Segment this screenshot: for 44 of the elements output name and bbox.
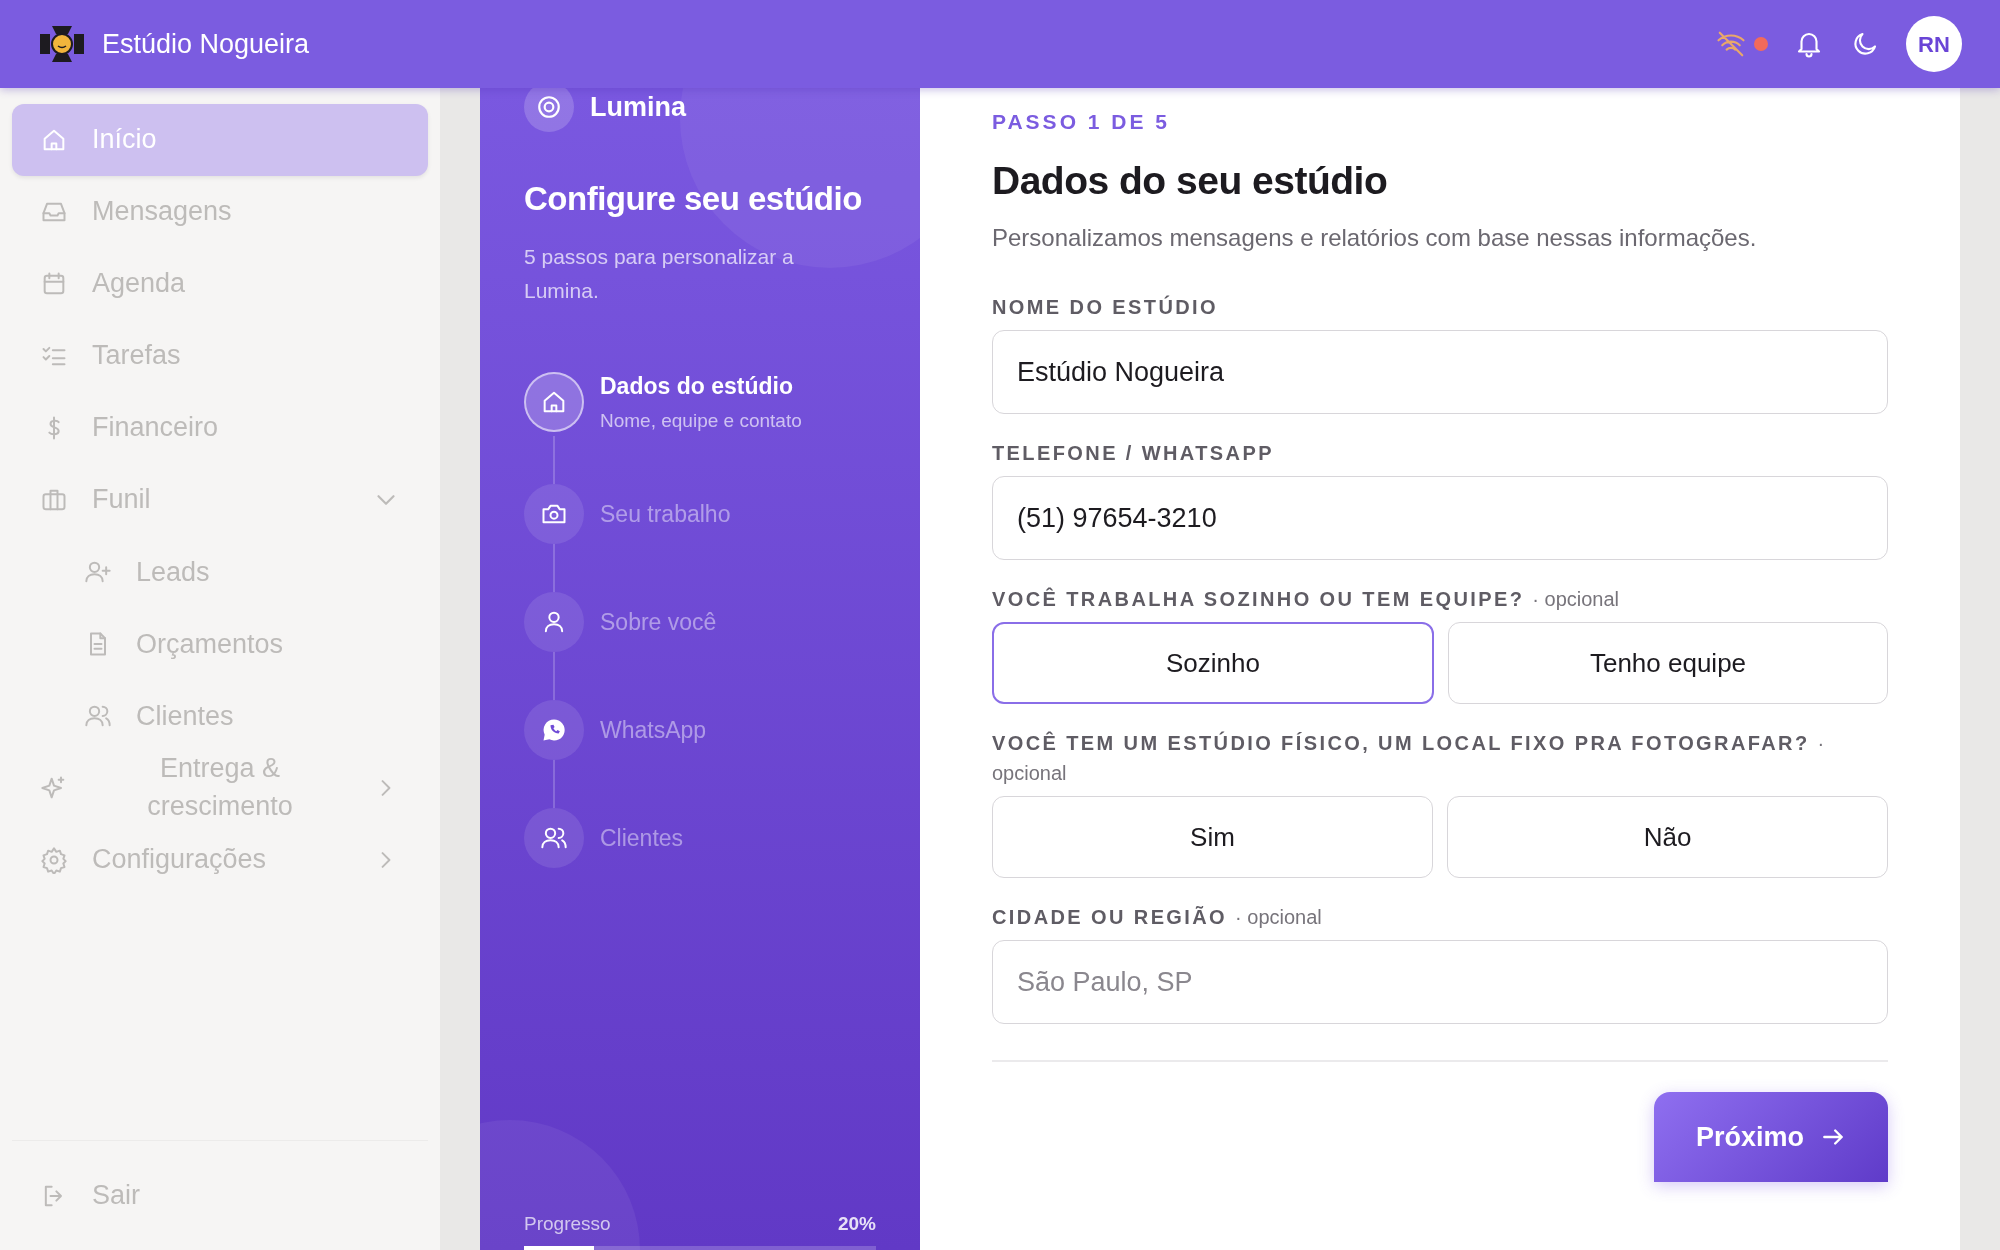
input-field[interactable]: (51) 97654-3210 bbox=[992, 476, 1888, 560]
step[interactable]: Dados do estúdio Nome, equipe e contato bbox=[524, 368, 876, 436]
sidebar-item[interactable]: Entrega & crescimento bbox=[12, 752, 428, 824]
step[interactable]: Sobre você bbox=[524, 591, 876, 652]
wizard-subtitle: 5 passos para personalizar a Lumina. bbox=[524, 243, 795, 305]
sidebar-subitem[interactable]: Leads bbox=[12, 536, 428, 608]
choice-button[interactable]: Tenho equipe bbox=[1448, 622, 1888, 704]
wizard-title: Configure seu estúdio bbox=[524, 179, 863, 219]
step[interactable]: WhatsApp bbox=[524, 699, 876, 760]
sidebar-item[interactable]: Mensagens bbox=[12, 176, 428, 248]
logout-item[interactable]: Sair bbox=[12, 1159, 428, 1232]
field-label: CIDADE OU REGIÃO · opcional bbox=[992, 905, 1323, 930]
step[interactable]: Seu trabalho bbox=[524, 483, 876, 544]
choice-button[interactable]: Sim bbox=[992, 796, 1433, 878]
field-label: VOCÊ TRABALHA SOZINHO OU TEM EQUIPE? · opcional bbox=[992, 586, 1620, 612]
field-label: TELEFONE / WHATSAPP bbox=[992, 441, 1275, 466]
settings-icon bbox=[40, 846, 68, 874]
sidebar-item[interactable]: Configurações bbox=[12, 824, 428, 896]
status-dot bbox=[1754, 37, 1768, 51]
step-counter: PASSO 1 DE 5 bbox=[992, 109, 1171, 135]
avatar[interactable]: RN bbox=[1906, 16, 1962, 72]
progress-reading: 20% bbox=[837, 1211, 876, 1236]
wifi-off-icon bbox=[1716, 29, 1746, 59]
sidebar-item[interactable]: Tarefas bbox=[12, 320, 428, 392]
choice-button[interactable]: Não bbox=[1447, 796, 1888, 878]
sidebar-item[interactable]: Financeiro bbox=[12, 392, 428, 464]
next-button[interactable]: Próximo bbox=[1654, 1092, 1888, 1182]
field-label: VOCÊ TEM UM ESTÚDIO FÍSICO, UM LOCAL FIXO PRA FOTOGRAFAR? · opcional bbox=[992, 730, 1826, 786]
sidebar-subitem[interactable]: Clientes bbox=[12, 680, 428, 752]
field-label: NOME DO ESTÚDIO bbox=[992, 294, 1219, 320]
form-description: Personalizamos mensagens e relatórios com base nessas informações. bbox=[992, 223, 1758, 253]
sidebar-item[interactable]: Início bbox=[12, 104, 428, 176]
sidebar-item[interactable]: Funil bbox=[12, 464, 428, 536]
app-name: Lumina bbox=[590, 90, 686, 124]
input-field[interactable]: Estúdio Nogueira bbox=[992, 330, 1888, 414]
input-field[interactable]: São Paulo, SP bbox=[992, 940, 1888, 1024]
step[interactable]: Clientes bbox=[524, 807, 876, 868]
sidebar-item[interactable]: Agenda bbox=[12, 248, 428, 320]
brand-name: Estúdio Nogueira bbox=[102, 27, 310, 61]
target-icon bbox=[536, 94, 562, 120]
form-title: Dados do seu estúdio bbox=[992, 157, 1389, 204]
choice-button[interactable]: Sozinho bbox=[992, 622, 1434, 704]
progress-label: Progresso bbox=[524, 1211, 611, 1236]
sidebar-subitem[interactable]: Orçamentos bbox=[12, 608, 428, 680]
